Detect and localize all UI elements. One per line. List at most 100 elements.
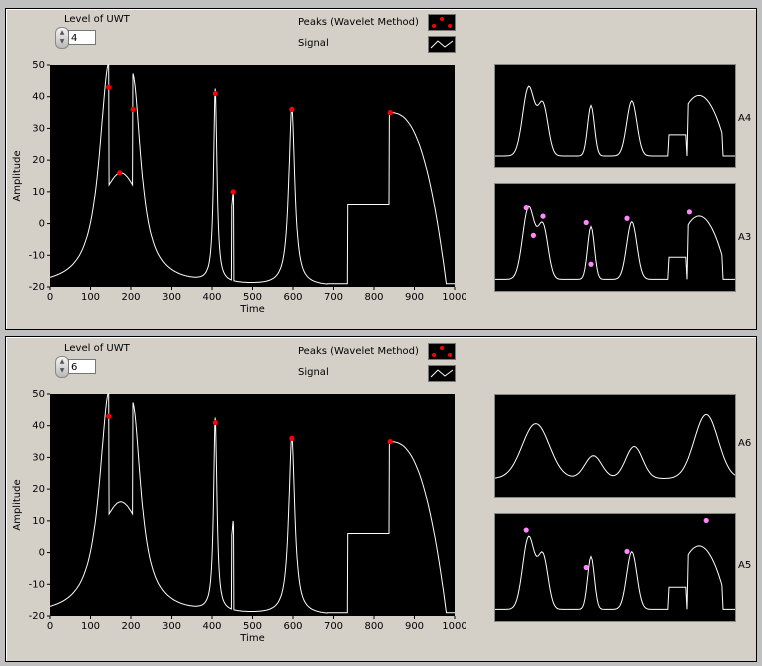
peak-marker [106, 84, 112, 90]
peak-marker [583, 219, 589, 226]
y-tick-label: 10 [32, 187, 45, 198]
y-tick-label: 40 [32, 421, 45, 432]
sub-chart-label: A5 [738, 560, 752, 571]
peaks-legend-icon [432, 346, 452, 357]
sub-chart-label: A3 [738, 232, 752, 243]
peaks-legend-icon [432, 17, 452, 28]
y-tick-label: 20 [32, 484, 45, 495]
level-label: Level of UWT [64, 343, 130, 354]
panel-level-4: Level of UWT ▲ ▼ 4 Peaks (Wavelet Method)… [5, 8, 757, 330]
legend-signal-label: Signal [298, 367, 329, 378]
y-tick-label: 0 [39, 219, 45, 230]
x-tick-label: 1000 [442, 292, 466, 303]
legend-peaks-swatch [428, 343, 456, 360]
x-tick-label: 700 [324, 292, 343, 303]
x-tick-label: 0 [47, 292, 53, 303]
detail-line [495, 85, 735, 157]
peak-marker [289, 106, 295, 112]
legend-signal-swatch [428, 365, 456, 382]
peak-marker [523, 204, 529, 211]
x-axis-label: Time [239, 304, 264, 315]
peak-marker [212, 90, 218, 97]
peak-marker [530, 232, 536, 238]
y-tick-label: -10 [29, 250, 45, 261]
legend-signal-label: Signal [298, 38, 329, 49]
x-axis-label: Time [239, 633, 264, 644]
y-axis-label: Amplitude [12, 150, 23, 201]
sub-chart-a6 [494, 394, 736, 498]
signal-legend-icon [430, 40, 454, 49]
level-input[interactable]: 6 [68, 359, 96, 374]
sub-chart-label: A6 [738, 438, 752, 449]
y-tick-label: 30 [32, 452, 45, 463]
x-tick-label: 300 [162, 621, 181, 632]
peak-marker [703, 517, 709, 524]
peak-marker [212, 419, 218, 426]
peak-marker [130, 106, 136, 112]
level-spinner[interactable]: ▲ ▼ [55, 356, 69, 378]
x-tick-label: 800 [364, 292, 383, 303]
peak-marker [624, 215, 630, 221]
legend-peaks-label: Peaks (Wavelet Method) [298, 17, 419, 28]
peak-marker [387, 109, 393, 116]
level-label: Level of UWT [64, 14, 130, 25]
y-tick-label: 50 [32, 389, 45, 400]
y-tick-label: 50 [32, 60, 45, 71]
peak-marker [289, 435, 295, 441]
y-tick-label: 10 [32, 516, 45, 527]
x-tick-label: 200 [121, 292, 140, 303]
peak-marker [588, 261, 594, 267]
legend-peaks-swatch [428, 14, 456, 31]
x-tick-label: 400 [202, 621, 221, 632]
peak-marker [540, 213, 546, 219]
x-tick-label: 800 [364, 621, 383, 632]
x-tick-label: 200 [121, 621, 140, 632]
y-tick-label: -10 [29, 579, 45, 590]
signal-legend-icon [430, 369, 454, 378]
y-tick-label: -20 [29, 611, 45, 622]
main-chart: 50403020100-10-200 100 200 300 400 500 600 700 8… [12, 60, 466, 315]
y-tick-label: 40 [32, 92, 45, 103]
peak-marker [387, 438, 393, 445]
y-tick-label: -20 [29, 282, 45, 293]
x-tick-label: 900 [405, 621, 424, 632]
x-tick-label: 900 [405, 292, 424, 303]
x-tick-label: 400 [202, 292, 221, 303]
detail-line [495, 205, 735, 280]
peak-marker [624, 548, 630, 555]
sub-chart-a4 [494, 64, 736, 168]
legend-signal-swatch [428, 36, 456, 53]
x-tick-label: 500 [243, 292, 262, 303]
peak-marker [106, 413, 112, 419]
x-tick-label: 500 [243, 621, 262, 632]
x-tick-label: 1000 [442, 621, 466, 632]
sub-chart-a3 [494, 183, 736, 292]
legend-peaks-label: Peaks (Wavelet Method) [298, 346, 419, 357]
peak-marker [230, 189, 236, 195]
peak-marker [523, 527, 529, 533]
sub-chart-a5 [494, 513, 736, 622]
sub-chart-label: A4 [738, 113, 752, 124]
y-tick-label: 0 [39, 548, 45, 559]
y-tick-label: 30 [32, 123, 45, 134]
main-chart: 50403020100-10-200 100 200 300 400 500 600 700 8… [12, 389, 466, 644]
x-tick-label: 600 [283, 621, 302, 632]
plot-area [50, 394, 455, 616]
level-spinner[interactable]: ▲ ▼ [55, 27, 69, 49]
y-tick-label: 20 [32, 155, 45, 166]
detail-line [495, 535, 735, 610]
plot-area [50, 65, 455, 287]
x-tick-label: 300 [162, 292, 181, 303]
level-input[interactable]: 4 [68, 30, 96, 45]
peak-marker [583, 564, 589, 571]
x-tick-label: 100 [81, 621, 100, 632]
x-tick-label: 600 [283, 292, 302, 303]
x-tick-label: 100 [81, 292, 100, 303]
y-axis-label: Amplitude [12, 479, 23, 530]
panel-level-6: Level of UWT ▲ ▼ 6 Peaks (Wavelet Method)… [5, 336, 757, 662]
x-tick-label: 700 [324, 621, 343, 632]
peak-marker [686, 209, 692, 215]
peak-marker [117, 170, 123, 176]
x-tick-label: 0 [47, 621, 53, 632]
detail-line [494, 413, 736, 479]
